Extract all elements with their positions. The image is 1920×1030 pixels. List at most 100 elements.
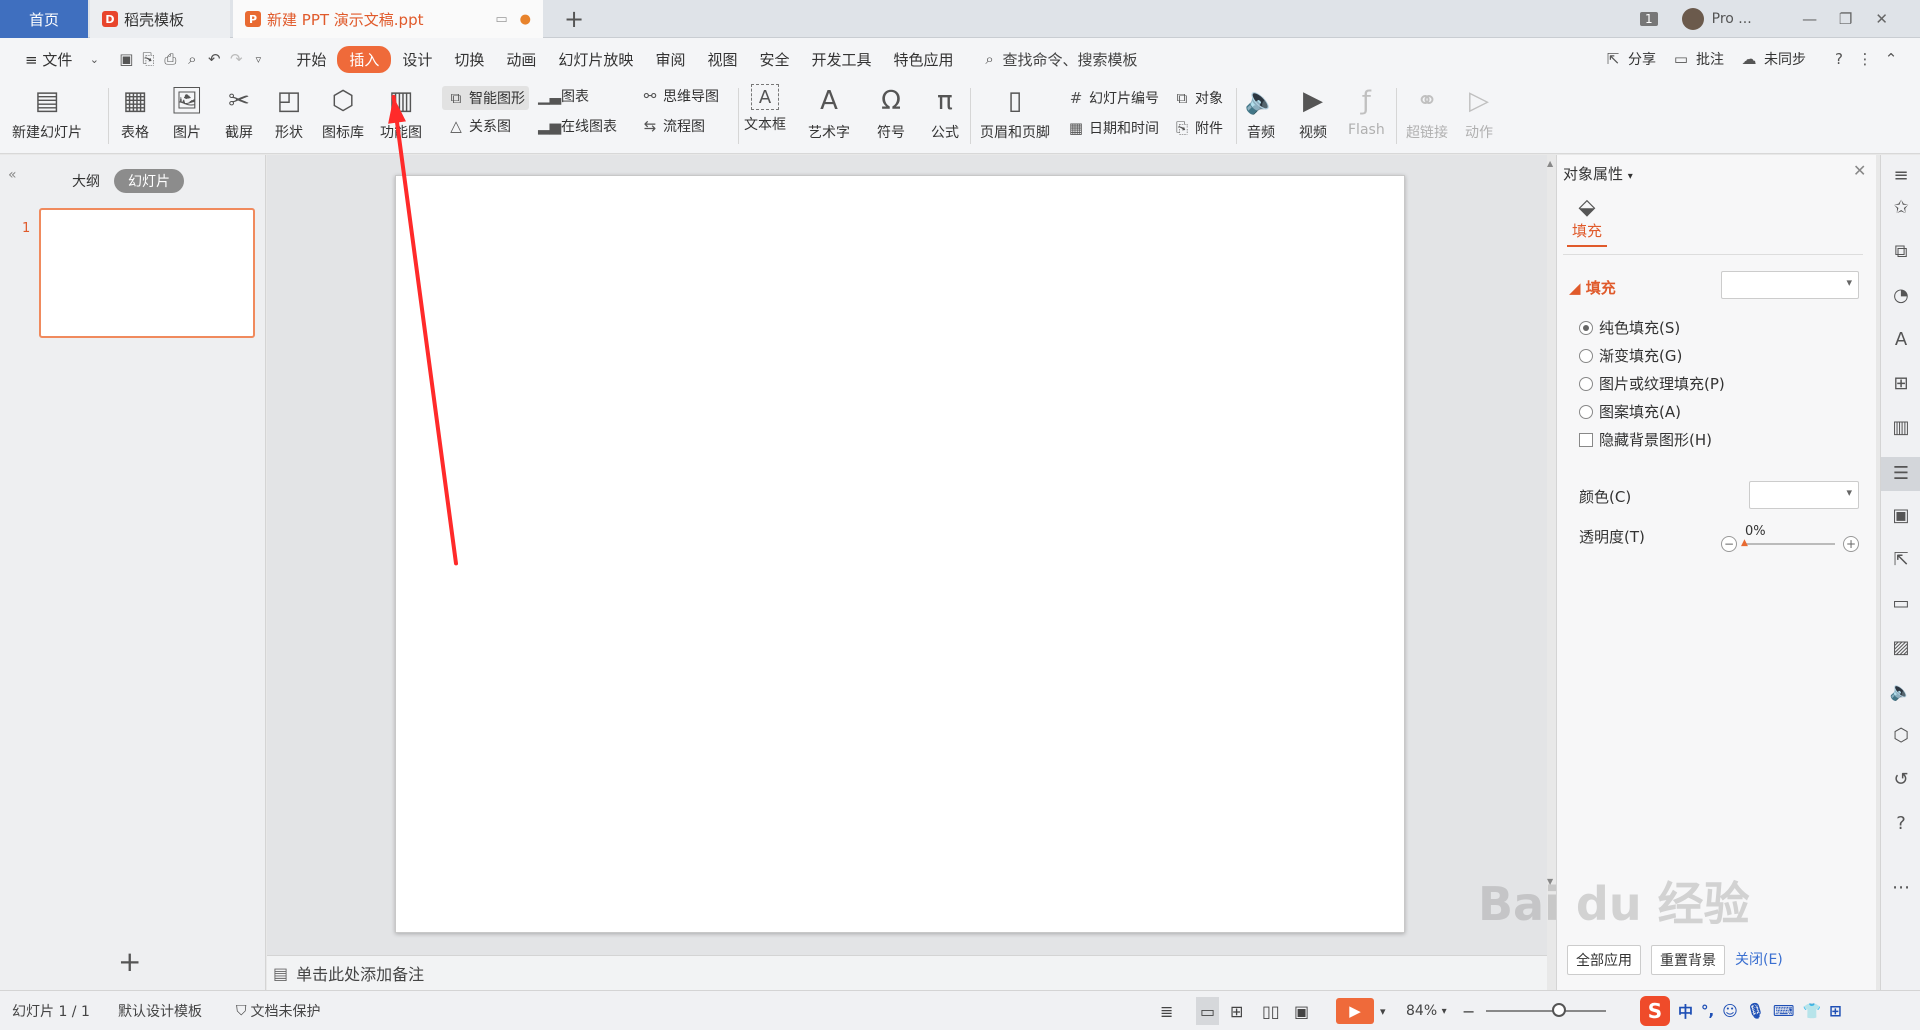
shield-icon[interactable]: ⬡ (1881, 725, 1920, 746)
picture-button[interactable]: 🖼 图片 (170, 84, 204, 142)
menu-design[interactable]: 设计 (391, 49, 443, 70)
collapse-ribbon-icon[interactable]: ⌃ (1880, 50, 1902, 68)
close-icon[interactable]: ✕ (1853, 161, 1866, 180)
wordart-button[interactable]: A 艺术字 (808, 84, 850, 142)
slide-canvas[interactable] (395, 175, 1405, 933)
monitor-icon[interactable]: ▭ (495, 12, 507, 27)
screenshot-button[interactable]: ✂ 截屏 (222, 84, 256, 142)
menu-transition[interactable]: 切换 (443, 49, 495, 70)
radio-picture-fill[interactable]: 图片或纹理填充(P) (1579, 373, 1725, 394)
menu-start[interactable]: 开始 (285, 49, 337, 70)
keyboard-icon[interactable]: ⌨ (1773, 1002, 1795, 1020)
microphone-icon[interactable]: 🎙 (1746, 1002, 1765, 1020)
share-out-icon[interactable]: ⇱ (1881, 549, 1920, 570)
relation-chart-button[interactable]: △ 关系图 (446, 116, 511, 136)
grid-icon[interactable]: ⊞ (1881, 373, 1920, 394)
more-options-icon[interactable]: ⋯ (1881, 877, 1920, 898)
menu-view[interactable]: 视图 (696, 49, 748, 70)
formula-button[interactable]: π 公式 (928, 84, 962, 142)
panel-title[interactable]: 对象属性 ▾ (1563, 163, 1633, 184)
notes-toggle-icon[interactable]: ≣ (1160, 991, 1173, 1030)
history-icon[interactable]: ↺ (1881, 769, 1920, 790)
emoji-icon[interactable]: ☺ (1722, 1002, 1738, 1020)
radio[interactable] (1579, 348, 1593, 363)
symbol-button[interactable]: Ω 符号 (874, 84, 908, 142)
more-icon[interactable]: ⋮ (1854, 50, 1876, 68)
close-window-button[interactable]: ✕ (1864, 10, 1900, 28)
online-chart-button[interactable]: ▂▅ 在线图表 (538, 116, 617, 136)
radio[interactable] (1579, 376, 1593, 391)
fill-section-header[interactable]: ◢ 填充 (1569, 277, 1616, 298)
radio[interactable] (1579, 404, 1593, 419)
tshirt-icon[interactable]: 👕 (1803, 1002, 1822, 1020)
picture-panel-icon[interactable]: ▣ (1881, 505, 1920, 526)
menu-special[interactable]: 特色应用 (883, 49, 965, 70)
menu-insert[interactable]: 插入 (337, 45, 392, 73)
opacity-slider[interactable]: − 0% ▲ + (1721, 524, 1861, 556)
format-painter-icon[interactable]: ⎘ (137, 50, 159, 68)
add-slide-button[interactable]: + (118, 945, 141, 978)
checkbox[interactable] (1579, 432, 1593, 447)
menu-animation[interactable]: 动画 (495, 49, 547, 70)
slide-thumbnail[interactable] (39, 208, 255, 338)
zoom-slider-knob[interactable] (1552, 1003, 1566, 1017)
slider-track[interactable] (1743, 543, 1835, 545)
reset-background-button[interactable]: 重置背景 (1651, 945, 1725, 975)
scroll-up-icon[interactable]: ▲ (1547, 159, 1553, 168)
menu-review[interactable]: 审阅 (644, 49, 696, 70)
radio-pattern-fill[interactable]: 图案填充(A) (1579, 401, 1681, 422)
archive-icon[interactable]: ▭ (1881, 593, 1920, 614)
minimize-button[interactable]: — (1792, 10, 1828, 28)
save-icon[interactable]: ▣ (115, 50, 137, 68)
audio-button[interactable]: 🔈 音频 (1244, 84, 1278, 142)
copy-icon[interactable]: ⧉ (1881, 241, 1920, 262)
zoom-slider-track[interactable] (1486, 1010, 1606, 1012)
textbox-button[interactable]: A 文本框 (744, 84, 786, 134)
fill-type-dropdown[interactable] (1721, 271, 1859, 299)
sync-button[interactable]: 未同步 (1764, 49, 1806, 69)
presenter-view-icon[interactable]: ▣ (1294, 991, 1309, 1030)
user-name[interactable]: Pro ... (1712, 11, 1752, 27)
help-circle-icon[interactable]: ? (1881, 813, 1920, 834)
object-button[interactable]: ⧉ 对象 (1172, 88, 1223, 108)
settings-sliders-icon[interactable]: ☰ (1881, 457, 1920, 491)
radio-solid-fill[interactable]: 纯色填充(S) (1579, 317, 1680, 338)
ime-language[interactable]: 中 (1678, 1001, 1693, 1022)
normal-view-icon[interactable]: ▭ (1196, 997, 1220, 1025)
decrease-icon[interactable]: − (1721, 536, 1737, 552)
header-footer-button[interactable]: ▯ 页眉和页脚 (980, 84, 1050, 142)
avatar[interactable] (1681, 8, 1704, 30)
customize-toolbar-icon[interactable]: ▿ (247, 53, 269, 66)
icon-library-button[interactable]: ⬡ 图标库 (322, 84, 364, 142)
fill-tab[interactable]: ⬙ 填充 (1567, 195, 1607, 247)
volume-icon[interactable]: 🔈 (1881, 681, 1920, 702)
redo-icon[interactable]: ↷ (225, 50, 247, 68)
close-panel-link[interactable]: 关闭(E) (1735, 945, 1783, 975)
sogou-logo-icon[interactable]: S (1640, 996, 1670, 1026)
share-button[interactable]: 分享 (1628, 49, 1656, 69)
tab-docer-templates[interactable]: D 稻壳模板 (90, 0, 230, 38)
hyperlink-button[interactable]: ⚭ 超链接 (1406, 84, 1448, 142)
play-slideshow-button[interactable]: ▶ (1336, 998, 1374, 1024)
checkbox-hide-background[interactable]: 隐藏背景图形(H) (1579, 429, 1712, 450)
play-options-icon[interactable]: ▾ (1380, 991, 1386, 1030)
reading-view-icon[interactable]: ▯▯ (1262, 991, 1280, 1030)
video-button[interactable]: ▶ 视频 (1296, 84, 1330, 142)
mindmap-button[interactable]: ⚯ 思维导图 (640, 86, 719, 106)
comment-button[interactable]: 批注 (1696, 49, 1724, 69)
shapes-icon[interactable]: ◔ (1881, 285, 1920, 306)
chevron-down-icon[interactable]: ⌄ (83, 53, 105, 66)
apply-all-button[interactable]: 全部应用 (1567, 945, 1641, 975)
radio-checked[interactable] (1579, 320, 1593, 335)
table-button[interactable]: ▦ 表格 (118, 84, 152, 142)
flowchart-button[interactable]: ⇆ 流程图 (640, 116, 705, 136)
menu-lines-icon[interactable]: ≡ (1881, 165, 1920, 186)
help-icon[interactable]: ? (1828, 50, 1850, 68)
zoom-out-icon[interactable]: − (1462, 991, 1475, 1030)
star-icon[interactable]: ✩ (1881, 197, 1920, 218)
attachment-button[interactable]: ⎘ 附件 (1172, 118, 1223, 138)
chart-icon[interactable]: ▥ (1881, 417, 1920, 438)
template-name[interactable]: 默认设计模板 (118, 991, 202, 1030)
punctuation-icon[interactable]: °, (1701, 1002, 1714, 1020)
doc-protection[interactable]: ⛉ 文档未保护 (236, 991, 321, 1030)
